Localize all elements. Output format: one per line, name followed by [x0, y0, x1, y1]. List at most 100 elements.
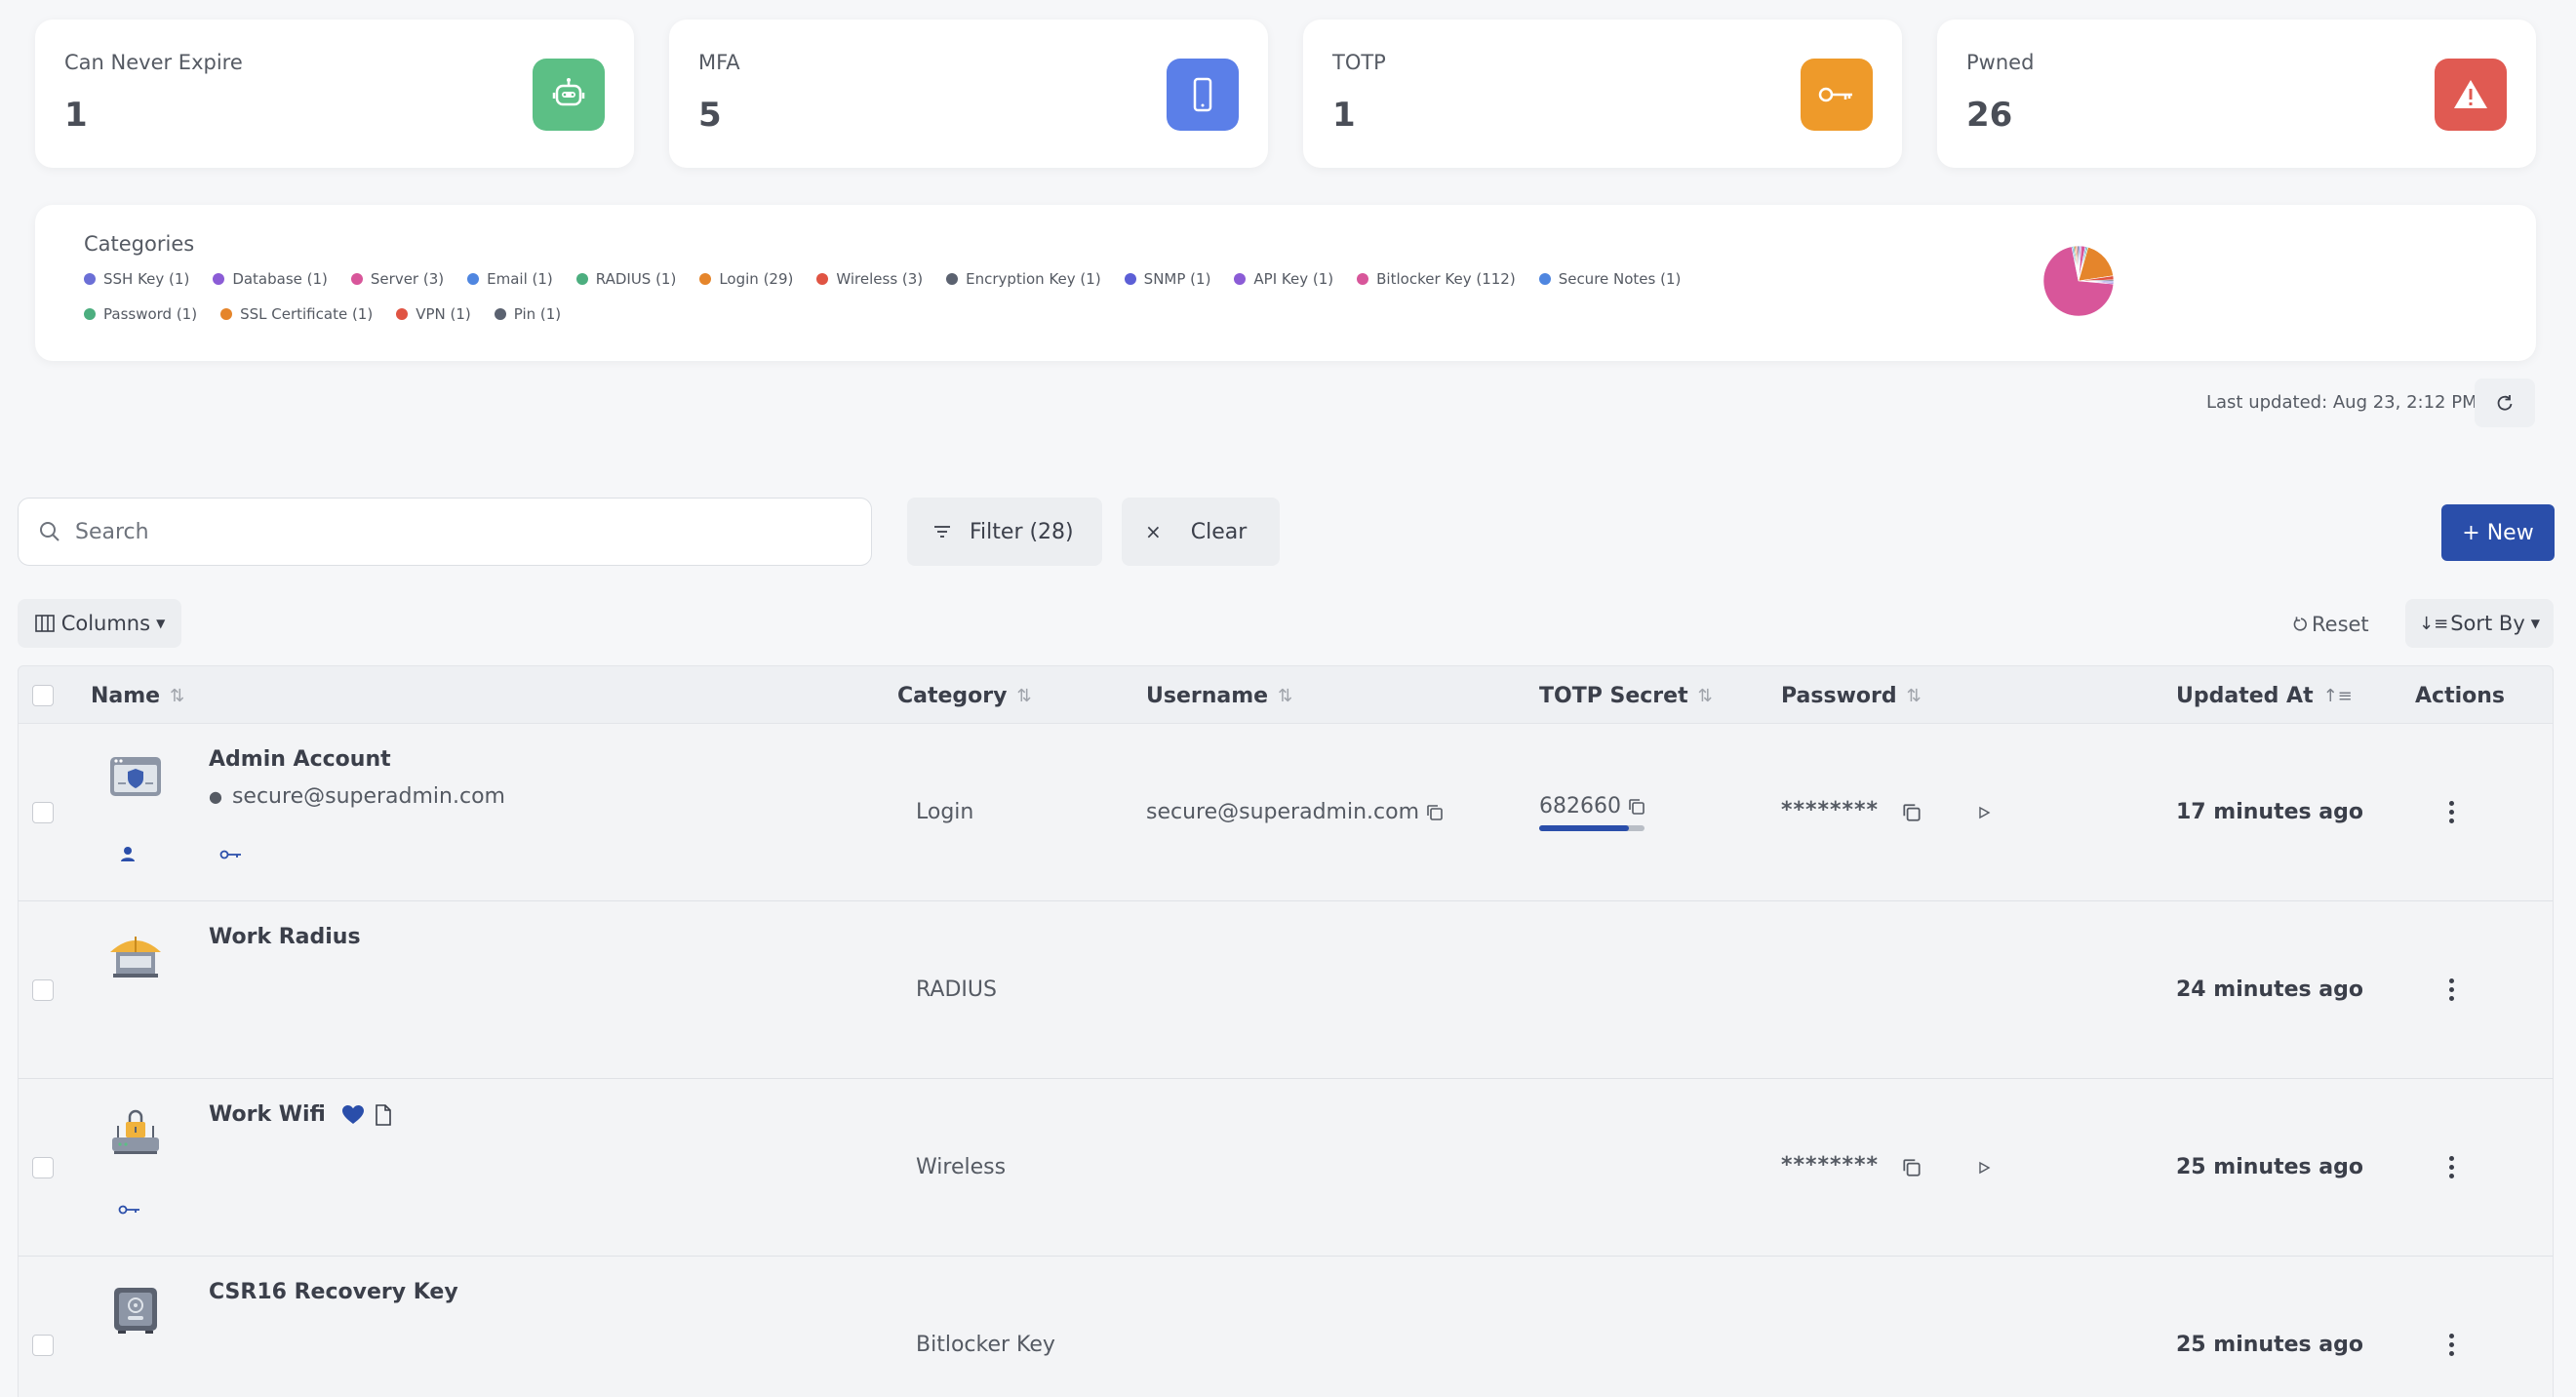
reveal-play-icon[interactable] — [1977, 1161, 1991, 1175]
caret-down-icon: ▼ — [2530, 617, 2540, 630]
legend-item[interactable]: SNMP (1) — [1124, 269, 1210, 289]
entry-updated: 25 minutes ago — [2176, 1333, 2363, 1357]
copy-icon[interactable] — [1901, 802, 1922, 823]
legend-dot — [84, 273, 96, 285]
header-name[interactable]: Name ⇅ — [91, 666, 184, 725]
categories-title: Categories — [84, 232, 195, 256]
header-name-label: Name — [91, 683, 161, 708]
stat-card-never-expire: Can Never Expire 1 — [35, 20, 634, 168]
table-row[interactable]: CSR16 Recovery Key Bitlocker Key 25 minu… — [18, 1257, 2554, 1397]
legend-dot — [946, 273, 959, 285]
legend-dot — [350, 273, 363, 285]
entry-username: secure@superadmin.com — [1146, 800, 1445, 824]
reveal-play-icon[interactable] — [1977, 806, 1991, 819]
key-icon — [118, 1205, 139, 1215]
note-document-icon[interactable] — [375, 1103, 392, 1126]
categories-card: Categories SSH Key (1) Database (1) Server… — [35, 205, 2536, 361]
search-input[interactable] — [75, 519, 836, 544]
entry-subtitle-text: secure@superadmin.com — [231, 784, 505, 809]
table-row[interactable]: Admin Account ● secure@superadmin.com Lo… — [18, 724, 2554, 901]
warning-icon — [2435, 59, 2507, 131]
filter-icon — [934, 526, 950, 538]
columns-label: Columns — [60, 612, 151, 635]
entry-name-text[interactable]: Work Wifi — [209, 1102, 326, 1127]
copy-icon[interactable] — [1425, 803, 1445, 822]
copy-icon[interactable] — [1627, 797, 1646, 817]
legend-label: SSH Key (1) — [103, 270, 190, 288]
entry-name[interactable]: CSR16 Recovery Key — [209, 1280, 458, 1304]
legend-dot — [213, 273, 225, 285]
legend-item[interactable]: SSH Key (1) — [84, 269, 189, 289]
more-actions-icon[interactable] — [2447, 1156, 2455, 1178]
more-actions-icon[interactable] — [2447, 1334, 2455, 1356]
legend-item[interactable]: SSL Certificate (1) — [220, 304, 373, 324]
columns-button[interactable]: Columns ▼ — [18, 599, 181, 648]
totp-timer-fill — [1539, 825, 1629, 831]
legend-item[interactable]: Secure Notes (1) — [1538, 269, 1681, 289]
categories-legend: SSH Key (1) Database (1) Server (3) Email (… — [84, 269, 1742, 324]
copy-icon[interactable] — [1901, 1157, 1922, 1178]
key-icon — [219, 850, 241, 859]
entry-totp-code: 682660 — [1539, 794, 1621, 818]
row-checkbox[interactable] — [32, 802, 54, 823]
row-checkbox[interactable] — [32, 1335, 54, 1356]
new-button[interactable]: + New — [2441, 504, 2555, 561]
legend-item[interactable]: Login (29) — [699, 269, 793, 289]
favorite-heart-icon[interactable] — [341, 1104, 365, 1126]
more-actions-icon[interactable] — [2447, 978, 2455, 1001]
legend-item[interactable]: API Key (1) — [1234, 269, 1333, 289]
entry-totp: 682660 — [1539, 794, 1646, 818]
legend-item[interactable]: Pin (1) — [494, 304, 561, 324]
legend-item[interactable]: Server (3) — [350, 269, 444, 289]
header-category[interactable]: Category ⇅ — [897, 666, 1032, 725]
entry-subtitle: ● secure@superadmin.com — [209, 784, 505, 809]
more-actions-icon[interactable] — [2447, 801, 2455, 823]
entry-name[interactable]: Admin Account — [209, 747, 391, 772]
sort-icon: ⇅ — [1278, 685, 1293, 706]
clear-label: Clear — [1190, 519, 1248, 544]
header-totp-label: TOTP Secret — [1539, 683, 1688, 708]
header-username[interactable]: Username ⇅ — [1146, 666, 1292, 725]
row-checkbox[interactable] — [32, 1157, 54, 1178]
filter-label: Filter (28) — [970, 519, 1074, 544]
legend-dot — [1357, 273, 1369, 285]
stat-value: 1 — [64, 96, 88, 135]
reset-icon — [2293, 617, 2307, 631]
sort-by-button[interactable]: ↓≡ Sort By ▼ — [2405, 599, 2554, 648]
clear-button[interactable]: × Clear — [1122, 498, 1280, 566]
close-icon: × — [1145, 520, 1162, 543]
stat-label: Can Never Expire — [64, 51, 243, 74]
entries-table: Name ⇅ Category ⇅ Username ⇅ TOTP Secret ⇅ P… — [18, 665, 2554, 1397]
header-password[interactable]: Password ⇅ — [1781, 666, 1922, 725]
table-row[interactable]: Work Radius RADIUS 24 minutes ago — [18, 901, 2554, 1079]
table-header: Name ⇅ Category ⇅ Username ⇅ TOTP Secret ⇅ P… — [18, 665, 2554, 724]
legend-item[interactable]: VPN (1) — [396, 304, 471, 324]
legend-item[interactable]: Database (1) — [213, 269, 328, 289]
table-row[interactable]: Work Wifi Wireless ******** 25 minutes a… — [18, 1079, 2554, 1257]
legend-item[interactable]: Encryption Key (1) — [946, 269, 1101, 289]
reset-label: Reset — [2312, 613, 2369, 636]
legend-item[interactable]: Wireless (3) — [816, 269, 923, 289]
stat-card-totp: TOTP 1 — [1303, 20, 1902, 168]
filter-button[interactable]: Filter (28) — [907, 498, 1102, 566]
header-updated[interactable]: Updated At ↑≡ — [2176, 666, 2353, 725]
legend-dot — [575, 273, 588, 285]
legend-item[interactable]: Bitlocker Key (112) — [1357, 269, 1516, 289]
legend-item[interactable]: Email (1) — [467, 269, 553, 289]
key-icon — [1801, 59, 1873, 131]
legend-label: Database (1) — [232, 270, 328, 288]
entry-name[interactable]: Work Radius — [209, 925, 361, 949]
row-checkbox[interactable] — [32, 979, 54, 1001]
legend-dot — [494, 308, 506, 320]
select-all-checkbox[interactable] — [32, 685, 54, 706]
entry-updated: 25 minutes ago — [2176, 1155, 2363, 1179]
legend-dot — [84, 308, 96, 320]
columns-icon — [34, 615, 55, 632]
reset-button[interactable]: Reset — [2292, 607, 2369, 642]
legend-item[interactable]: Password (1) — [84, 304, 197, 324]
header-totp[interactable]: TOTP Secret ⇅ — [1539, 666, 1713, 725]
refresh-button[interactable] — [2475, 379, 2535, 427]
user-icon — [121, 847, 135, 861]
sort-by-label: Sort By — [2450, 612, 2525, 635]
legend-item[interactable]: RADIUS (1) — [575, 269, 676, 289]
